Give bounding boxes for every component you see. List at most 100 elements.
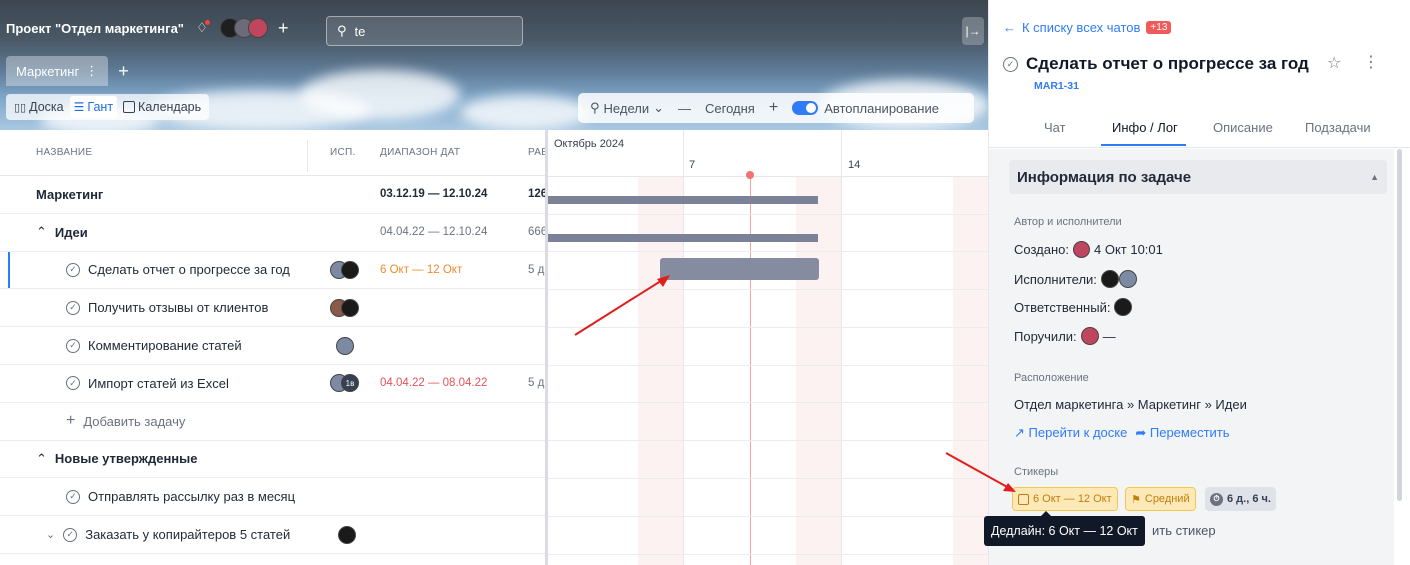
back-to-chats-link[interactable]: ← К списку всех чатов +13 (1003, 20, 1172, 35)
avatar[interactable] (1118, 270, 1137, 288)
row-range: 04.04.22 — 08.04.22 (380, 377, 488, 390)
gantt-chart: Октябрь 2024 7 14 (548, 130, 988, 565)
table-row[interactable]: ✓ Комментирование статей (0, 327, 545, 365)
tab-subtasks[interactable]: Подзадачи (1305, 120, 1371, 135)
chevron-down-icon[interactable]: ⌄ (46, 528, 55, 541)
today-button[interactable]: Сегодня (705, 101, 755, 116)
delegated-value: — (1102, 328, 1116, 344)
goto-board-link[interactable]: ↗ Перейти к доске (1014, 425, 1127, 441)
col-ra-header[interactable]: РАБ (528, 147, 545, 158)
view-calendar-button[interactable]: Календарь (119, 96, 205, 118)
row-assignees[interactable]: 1в (330, 374, 359, 393)
row-range: 04.04.22 — 12.10.24 (380, 226, 488, 239)
search-input[interactable] (354, 23, 505, 39)
add-tab-icon[interactable]: + (118, 62, 129, 80)
add-task-button[interactable]: + Добавить задачу (66, 412, 185, 430)
plus-icon: + (66, 412, 76, 430)
stickers-label: Стикеры (1014, 466, 1059, 478)
gantt-bar-task-report[interactable] (660, 258, 819, 280)
row-assignees[interactable] (330, 260, 359, 279)
tab-info-log[interactable]: Инфо / Лог (1112, 120, 1178, 135)
autoplan-toggle[interactable]: Автопланирование (792, 101, 939, 116)
add-member-icon[interactable]: + (278, 19, 289, 37)
project-title[interactable]: Проект "Отдел маркетинга" (6, 21, 184, 36)
table-row[interactable]: ✓ Получить отзывы от клиентов (0, 289, 545, 328)
sticker-deadline[interactable]: 6 Окт — 12 Окт (1012, 487, 1118, 511)
table-row[interactable]: ⌄ ✓ Заказать у копирайтеров 5 статей (0, 516, 545, 554)
assignees-row: Исполнители: (1014, 270, 1137, 288)
check-circle-icon[interactable]: ✓ (66, 489, 80, 504)
avatar (341, 260, 359, 279)
table-row[interactable]: ✓ Отправлять рассылку раз в месяц (0, 478, 545, 517)
zoom-out-icon[interactable]: — (678, 101, 691, 116)
star-icon[interactable]: ☆ (1327, 53, 1341, 73)
sticker-time[interactable]: ⏱ 6 д., 6 ч. (1205, 487, 1276, 511)
tab-marketing[interactable]: Маркетинг ⋮ (6, 56, 109, 86)
add-task-label: Добавить задачу (83, 413, 186, 429)
check-circle-icon[interactable]: ✓ (66, 376, 80, 391)
table-row-selected[interactable]: ✓ Сделать отчет о прогрессе за год 6 Окт… (0, 251, 545, 290)
row-name: Импорт статей из Excel (88, 375, 229, 391)
location-label: Расположение (1014, 372, 1089, 384)
task-details-panel: ← К списку всех чатов +13 ✓ Сделать отче… (988, 0, 1410, 565)
today-marker (746, 171, 754, 179)
row-ra: 5 д (528, 263, 545, 276)
responsible-row: Ответственный: (1014, 298, 1133, 316)
table-row[interactable]: ⌃ Новые утвержденные (0, 441, 545, 479)
task-code[interactable]: MAR1-31 (1034, 80, 1079, 92)
col-name-header[interactable]: НАЗВАНИЕ (36, 147, 92, 158)
check-circle-icon[interactable]: ✓ (66, 262, 80, 277)
created-row: Создано: 4 Окт 10:01 (1014, 241, 1163, 258)
check-circle-icon[interactable]: ✓ (66, 300, 80, 315)
avatar[interactable] (1100, 270, 1119, 288)
toggle-switch[interactable] (792, 101, 819, 115)
tab-chat[interactable]: Чат (1044, 120, 1066, 135)
col-range-header[interactable]: ДИАПАЗОН ДАТ (380, 147, 460, 158)
sticker-priority[interactable]: ⚑ Средний (1125, 487, 1196, 511)
chevron-up-icon[interactable]: ⌃ (36, 224, 47, 240)
gantt-bar-marketing[interactable] (548, 196, 818, 204)
zoom-in-icon[interactable]: + (769, 99, 778, 117)
scrollbar[interactable] (1397, 149, 1402, 501)
task-title-text[interactable]: Сделать отчет о прогрессе за год (1026, 54, 1309, 74)
section-title: Информация по задаче (1017, 168, 1192, 186)
search-field[interactable]: ⚲ (326, 16, 523, 46)
more-vertical-icon[interactable]: ⋮ (85, 63, 98, 79)
sticker-priority-label: Средний (1144, 493, 1190, 505)
check-circle-icon[interactable]: ✓ (1003, 56, 1018, 72)
table-row[interactable]: ⌃ Идеи 04.04.22 — 12.10.24 666 (0, 214, 545, 252)
chevron-up-icon[interactable]: ⌃ (36, 451, 47, 467)
table-row[interactable]: ✓ Импорт статей из Excel 1в 04.04.22 — 0… (0, 365, 545, 403)
col-isp-header[interactable]: ИСП. (330, 147, 356, 158)
active-tab-indicator (1101, 144, 1186, 146)
move-link[interactable]: ➦ Переместить (1135, 425, 1229, 441)
bell-icon[interactable]: ♢ (194, 20, 210, 36)
add-sticker-link[interactable]: ить стикер (1152, 523, 1216, 538)
avatar[interactable] (1072, 241, 1090, 258)
more-vertical-icon[interactable]: ⋮ (1363, 52, 1379, 72)
table-row[interactable]: Маркетинг 03.12.19 — 12.10.24 126 (0, 176, 545, 214)
check-circle-icon[interactable]: ✓ (66, 338, 80, 353)
external-link-icon: ↗ (1014, 425, 1025, 440)
collapse-panel-icon[interactable]: |→ (962, 17, 984, 45)
check-circle-icon[interactable]: ✓ (63, 527, 78, 542)
authors-label: Автор и исполнители (1014, 216, 1122, 228)
assignees-label: Исполнители: (1014, 271, 1097, 287)
add-task-row[interactable]: + Добавить задачу (0, 403, 545, 441)
project-members[interactable] (219, 18, 268, 38)
avatar[interactable] (1114, 298, 1133, 316)
row-assignees[interactable] (338, 525, 356, 544)
view-gantt-button[interactable]: ☰ Гант (69, 96, 118, 118)
avatar[interactable] (1080, 327, 1099, 345)
row-assignees[interactable] (330, 298, 359, 317)
tab-description[interactable]: Описание (1213, 120, 1273, 135)
row-ra: 666 (528, 226, 545, 239)
delegated-label: Поручили: (1014, 328, 1077, 344)
board-tabs: Маркетинг ⋮ + (6, 56, 129, 86)
calendar-icon (123, 101, 136, 113)
row-assignees[interactable] (336, 336, 354, 355)
gantt-bar-ideas[interactable] (548, 234, 818, 242)
scale-select[interactable]: ⚲ Недели ⌄ (590, 100, 664, 116)
view-board-button[interactable]: ▯▯ Доска (10, 96, 68, 118)
task-info-section-header[interactable]: Информация по задаче ▲ (1009, 160, 1387, 194)
